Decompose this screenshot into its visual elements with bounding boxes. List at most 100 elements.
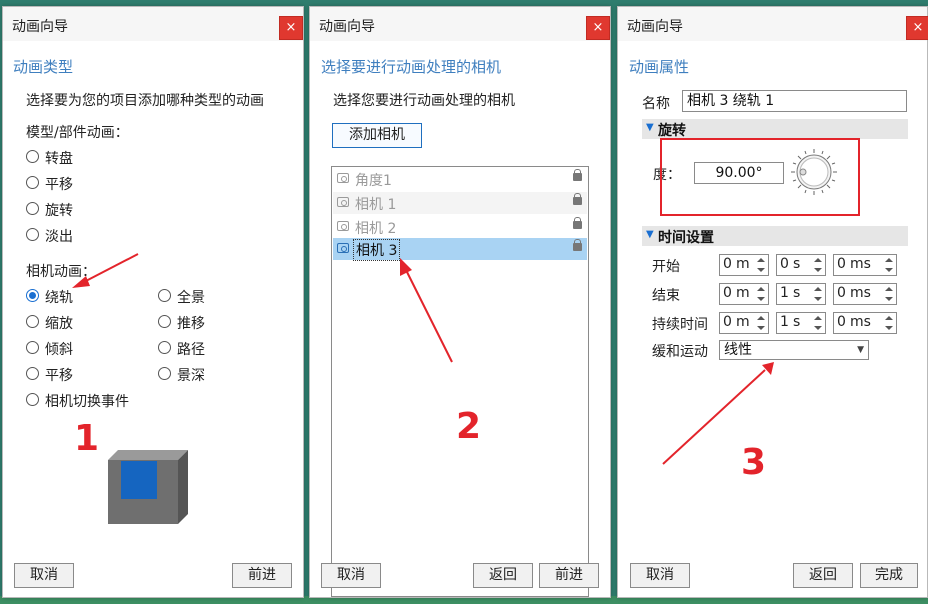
start-seconds-stepper[interactable]: 0s (776, 254, 826, 276)
spin-arrows-icon[interactable] (755, 285, 767, 303)
unit: ms (850, 256, 871, 272)
duration-label: 持续时间 (652, 317, 708, 333)
close-button[interactable]: × (906, 16, 928, 40)
duration-milliseconds-stepper[interactable]: 0 ms (833, 312, 897, 334)
radio-pan-model-label: 平移 (45, 177, 73, 193)
spin-arrows-icon[interactable] (883, 314, 895, 332)
list-item[interactable]: 角度1 (333, 168, 587, 190)
lock-icon (573, 217, 582, 229)
camera-group-label: 相机动画： (26, 264, 96, 280)
radio-rotate-label: 旋转 (45, 203, 73, 219)
radio-zoom-label: 缩放 (45, 316, 73, 332)
model-group-label: 模型/部件动画： (26, 125, 129, 141)
lock-icon (573, 193, 582, 205)
end-milliseconds-stepper[interactable]: 0 ms (833, 283, 897, 305)
unit: s (793, 256, 801, 272)
radio-fade-out[interactable] (26, 228, 39, 241)
value: 0 (837, 314, 846, 330)
cancel-button[interactable]: 取消 (14, 563, 74, 588)
camera-icon (337, 243, 349, 253)
lock-icon (573, 169, 582, 181)
spin-arrows-icon[interactable] (755, 314, 767, 332)
annotation-number-3: 3 (741, 442, 767, 483)
radio-turntable-label: 转盘 (45, 151, 73, 167)
time-section-header[interactable]: ▼ 时间设置 (642, 226, 908, 246)
radio-panorama[interactable] (158, 289, 171, 302)
radio-pan-model[interactable] (26, 176, 39, 189)
list-item-label: 相机 3 (353, 239, 401, 261)
spin-arrows-icon[interactable] (883, 256, 895, 274)
radio-fade-out-label: 淡出 (45, 229, 73, 245)
radio-panorama-label: 全景 (177, 290, 205, 306)
radio-zoom[interactable] (26, 315, 39, 328)
finish-button[interactable]: 完成 (860, 563, 918, 588)
unit: m (736, 285, 750, 301)
value: 0 (723, 256, 732, 272)
camera-icon (337, 221, 349, 231)
list-item[interactable]: 相机 2 (333, 216, 587, 238)
radio-camera-switch[interactable] (26, 393, 39, 406)
chevron-down-icon: ▼ (646, 122, 654, 133)
section-heading: 动画属性 (629, 58, 690, 76)
radio-rotate[interactable] (26, 202, 39, 215)
radio-pan-camera-label: 平移 (45, 368, 73, 384)
cancel-button[interactable]: 取消 (630, 563, 690, 588)
end-minutes-stepper[interactable]: 0m (719, 283, 769, 305)
unit: s (793, 285, 801, 301)
duration-minutes-stepper[interactable]: 0m (719, 312, 769, 334)
rotation-section-header[interactable]: ▼ 旋转 (642, 119, 908, 139)
value: 0 (837, 285, 846, 301)
cancel-button[interactable]: 取消 (321, 563, 381, 588)
radio-camera-switch-label: 相机切换事件 (45, 394, 129, 410)
list-item-selected[interactable]: 相机 3 (333, 238, 587, 261)
list-item[interactable]: 相机 1 (333, 192, 587, 214)
start-label: 开始 (652, 259, 680, 275)
radio-dolly[interactable] (158, 315, 171, 328)
spin-arrows-icon[interactable] (812, 314, 824, 332)
spin-arrows-icon[interactable] (755, 256, 767, 274)
back-button[interactable]: 返回 (473, 563, 533, 588)
lock-icon (573, 239, 582, 251)
close-button[interactable]: × (279, 16, 303, 40)
radio-dolly-label: 推移 (177, 316, 205, 332)
name-label: 名称 (642, 96, 670, 112)
annotation-number-2: 2 (456, 406, 482, 447)
easing-select[interactable]: 线性 ▼ (719, 340, 869, 360)
annotation-highlight-box (660, 138, 860, 216)
spin-arrows-icon[interactable] (812, 285, 824, 303)
close-button[interactable]: × (586, 16, 610, 40)
start-minutes-stepper[interactable]: 0m (719, 254, 769, 276)
value: 0 (723, 314, 732, 330)
camera-list[interactable]: 角度1 相机 1 相机 2 相机 3 (331, 166, 589, 597)
value: 1 (780, 285, 789, 301)
spin-arrows-icon[interactable] (812, 256, 824, 274)
duration-seconds-stepper[interactable]: 1s (776, 312, 826, 334)
radio-depth-of-field[interactable] (158, 367, 171, 380)
list-item-label: 相机 2 (355, 221, 397, 237)
add-camera-button[interactable]: 添加相机 (332, 123, 422, 148)
window-title: 动画向导 (627, 19, 683, 35)
easing-select-value: 线性 (724, 342, 752, 358)
radio-depth-of-field-label: 景深 (177, 368, 205, 384)
start-milliseconds-stepper[interactable]: 0 ms (833, 254, 897, 276)
next-button[interactable]: 前进 (232, 563, 292, 588)
instruction-text: 选择要为您的项目添加哪种类型的动画 (26, 93, 264, 109)
radio-tilt[interactable] (26, 341, 39, 354)
value: 0 (837, 256, 846, 272)
next-button[interactable]: 前进 (539, 563, 599, 588)
value: 0 (723, 285, 732, 301)
time-section-title: 时间设置 (658, 230, 714, 246)
radio-pan-camera[interactable] (26, 367, 39, 380)
unit: m (736, 314, 750, 330)
name-field[interactable]: 相机 3 绕轨 1 (682, 90, 907, 112)
title-bar: 动画向导 × (310, 7, 610, 41)
end-seconds-stepper[interactable]: 1s (776, 283, 826, 305)
radio-orbit[interactable] (26, 289, 39, 302)
radio-path[interactable] (158, 341, 171, 354)
title-bar: 动画向导 × (3, 7, 303, 41)
spin-arrows-icon[interactable] (883, 285, 895, 303)
back-button[interactable]: 返回 (793, 563, 853, 588)
section-heading: 选择要进行动画处理的相机 (321, 58, 502, 76)
section-heading: 动画类型 (13, 58, 74, 76)
radio-turntable[interactable] (26, 150, 39, 163)
